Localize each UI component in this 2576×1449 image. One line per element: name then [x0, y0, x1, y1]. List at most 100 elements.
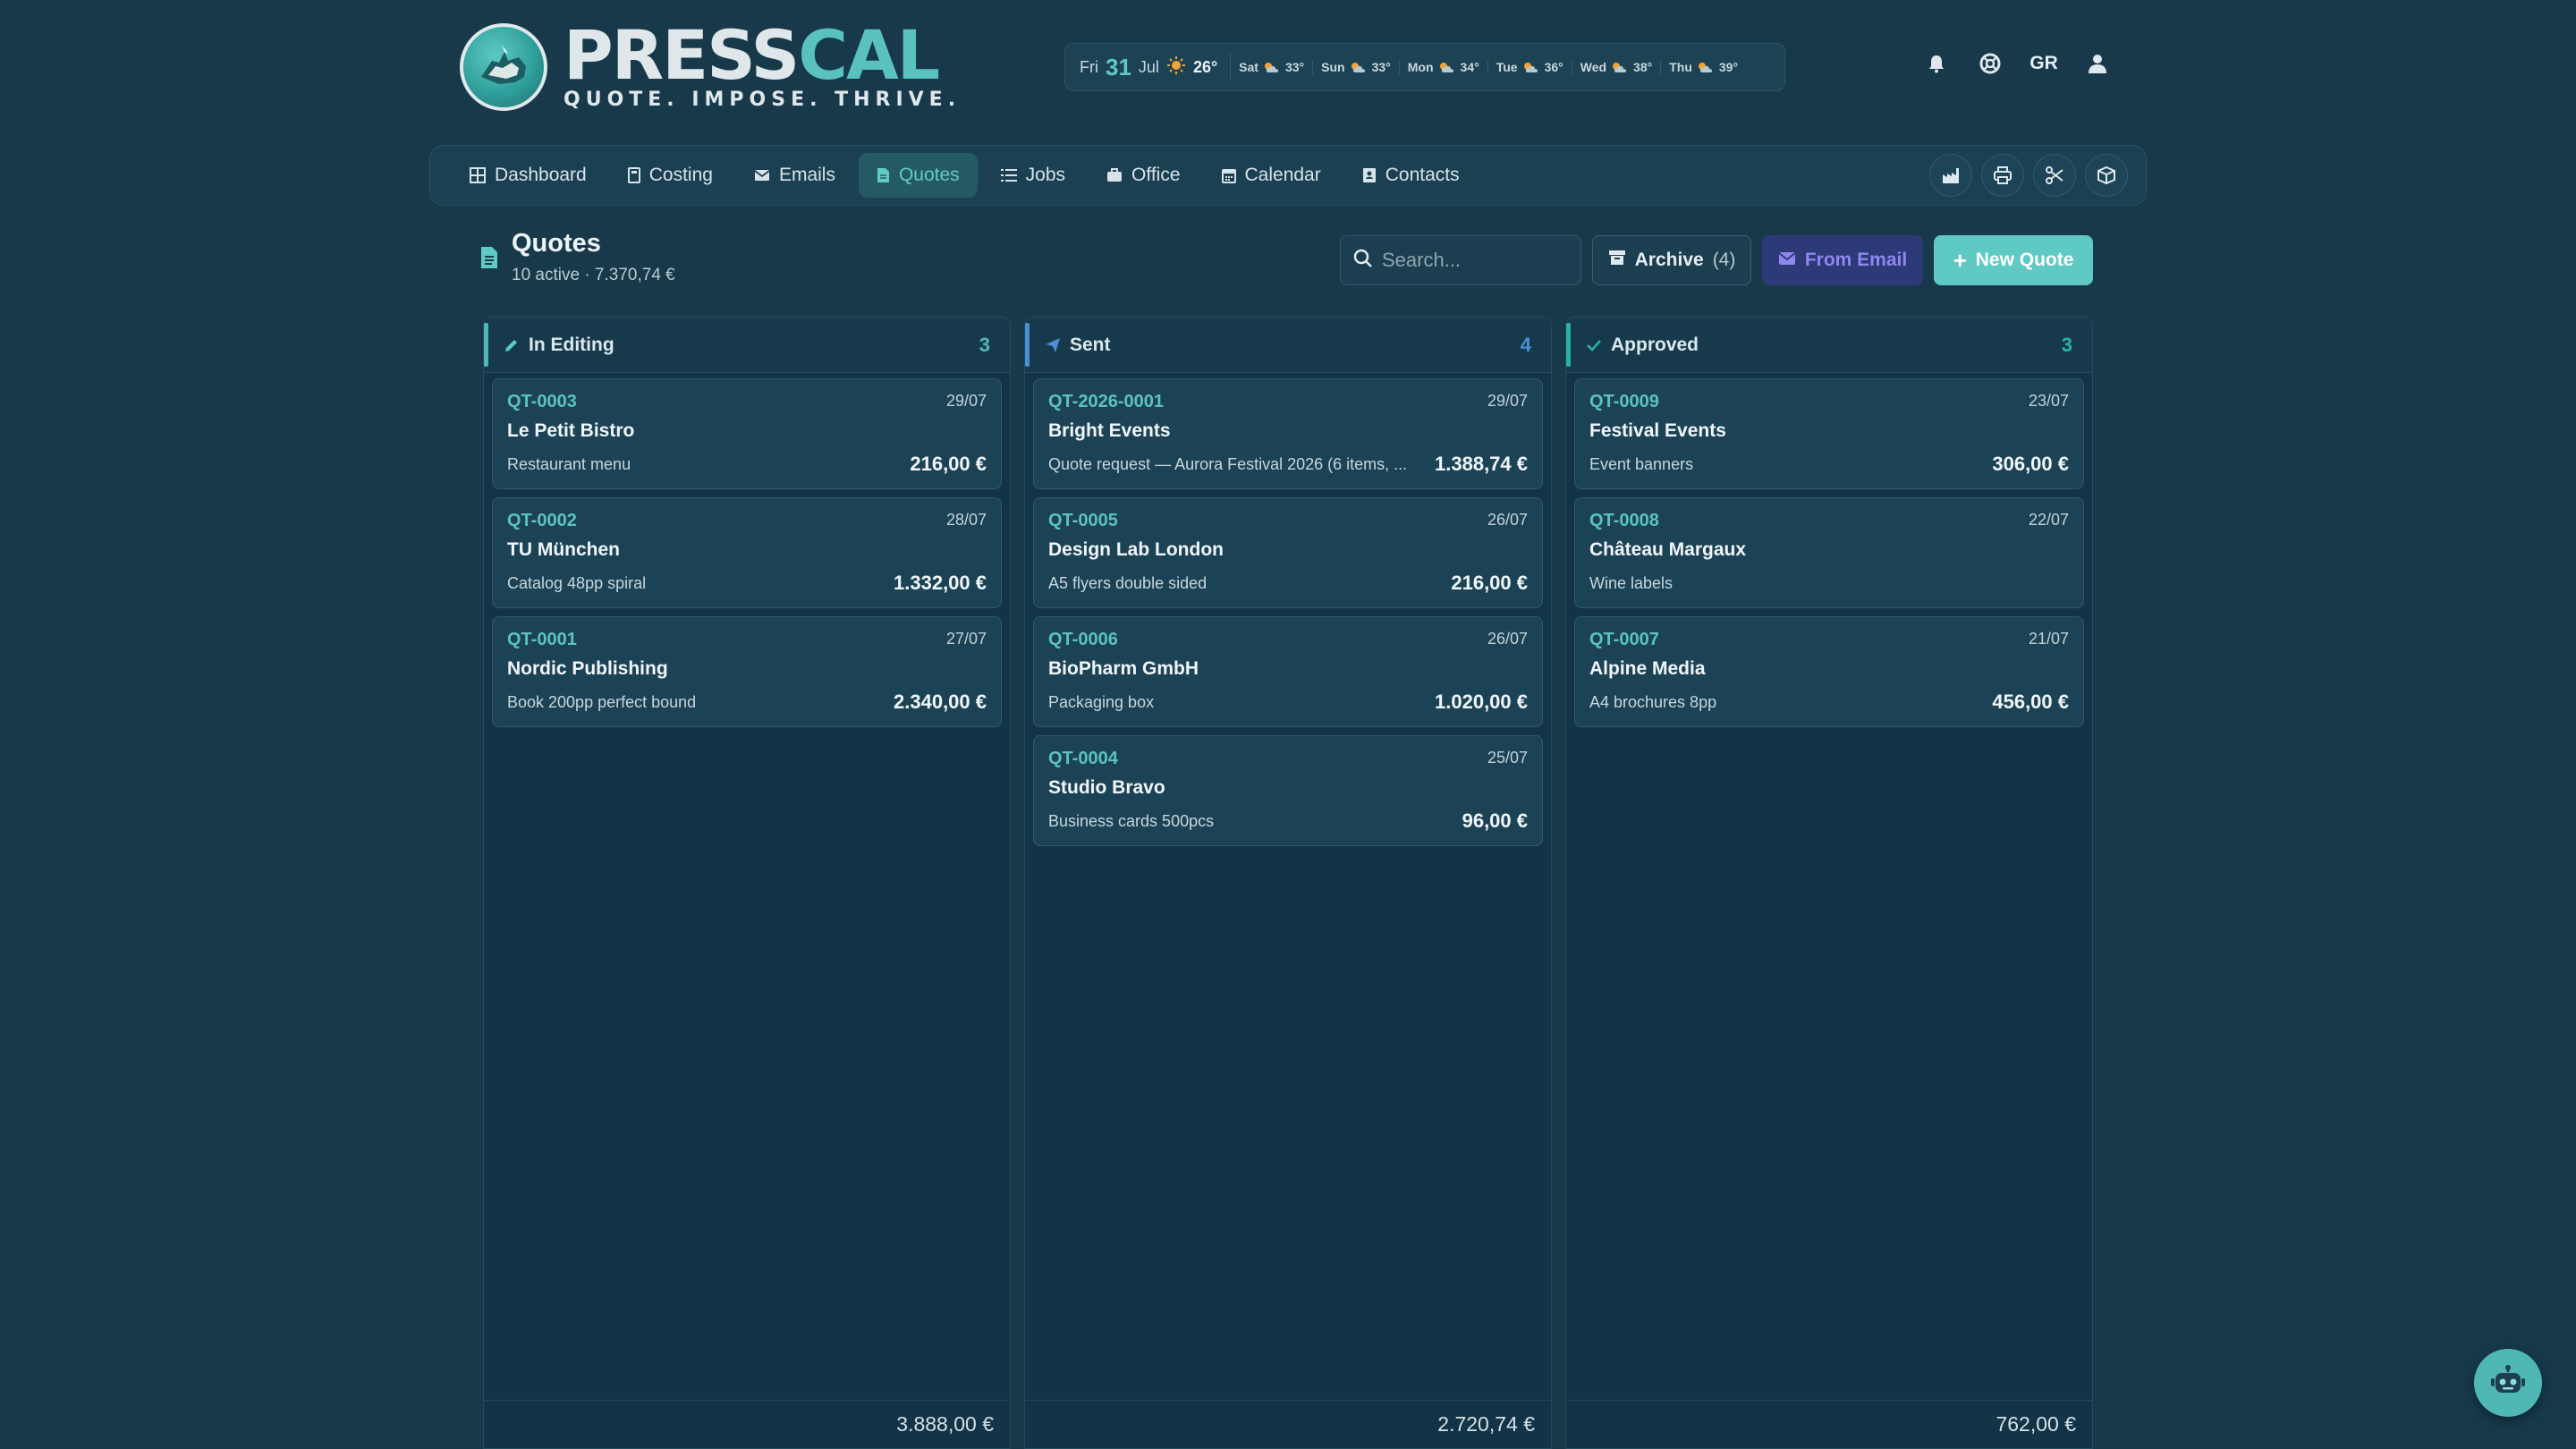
- document-icon: [479, 245, 499, 275]
- cloud-sun-icon: [1350, 61, 1368, 73]
- quote-id[interactable]: QT-0009: [1589, 392, 2069, 412]
- column-accent-bar: [1025, 323, 1030, 367]
- check-icon: [1586, 337, 1602, 353]
- tab-calendar[interactable]: Calendar: [1204, 153, 1339, 198]
- search-box[interactable]: [1340, 235, 1581, 285]
- column-title: Approved: [1611, 334, 1699, 355]
- board-column-approved: Approved 3 QT-0009 23/07 Festival Events Even…: [1565, 317, 2093, 1449]
- quote-amount: 216,00 €: [910, 453, 987, 475]
- quote-id[interactable]: QT-0005: [1048, 511, 1528, 531]
- tab-jobs[interactable]: Jobs: [983, 153, 1083, 198]
- tab-label: Quotes: [898, 165, 960, 185]
- quote-id[interactable]: QT-0002: [507, 511, 987, 531]
- cloud-sun-icon: [1263, 61, 1281, 73]
- column-title: In Editing: [529, 334, 614, 355]
- tab-office[interactable]: Office: [1089, 153, 1198, 198]
- printer-icon[interactable]: [1981, 154, 2024, 197]
- quote-card[interactable]: QT-0002 28/07 TU München Catalog 48pp spira…: [492, 497, 1002, 608]
- column-count: 3: [2061, 333, 2072, 356]
- quote-date: 26/07: [1487, 511, 1528, 529]
- presscal-logo[interactable]: PRESSCAL QUOTE. IMPOSE. THRIVE.: [460, 21, 961, 111]
- box-icon[interactable]: [2085, 154, 2128, 197]
- weather-widget[interactable]: Fri 31 Jul 26° Sat 33° Sun 33° Mon 34° Tue 36° W…: [1064, 43, 1785, 91]
- app-header: PRESSCAL QUOTE. IMPOSE. THRIVE. Fri 31 J…: [0, 0, 2576, 143]
- tab-quotes[interactable]: Quotes: [858, 153, 978, 198]
- quote-client: Le Petit Bistro: [507, 420, 635, 441]
- bell-icon[interactable]: [1923, 50, 1950, 77]
- search-icon: [1353, 249, 1373, 273]
- quote-card[interactable]: QT-0001 27/07 Nordic Publishing Book 200pp …: [492, 616, 1002, 727]
- forecast-day-temp: 34°: [1460, 60, 1479, 74]
- forecast-day-temp: 33°: [1371, 60, 1391, 74]
- column-header: Approved 3: [1566, 318, 2092, 373]
- quote-date: 27/07: [945, 630, 987, 648]
- new-quote-label: New Quote: [1975, 250, 2074, 270]
- quote-id[interactable]: QT-0007: [1589, 630, 2069, 650]
- weather-today-month: Jul: [1138, 57, 1159, 76]
- tab-contacts[interactable]: Contacts: [1344, 153, 1478, 198]
- quote-id[interactable]: QT-0001: [507, 630, 987, 650]
- column-title: Sent: [1070, 334, 1111, 355]
- quote-card[interactable]: QT-0003 29/07 Le Petit Bistro Restaurant me…: [492, 378, 1002, 489]
- forecast-day-temp: 33°: [1284, 60, 1305, 74]
- quote-card[interactable]: QT-2026-0001 29/07 Bright Events Quote requ…: [1033, 378, 1543, 489]
- column-cards: QT-0003 29/07 Le Petit Bistro Restaurant me…: [484, 373, 1010, 733]
- quote-amount: 306,00 €: [1992, 453, 2069, 475]
- scissors-icon[interactable]: [2033, 154, 2076, 197]
- forecast-day-label: Tue: [1496, 60, 1518, 74]
- forecast-day: Mon 34°: [1400, 60, 1488, 74]
- forecast-day: Sat 33°: [1231, 60, 1314, 74]
- quote-card[interactable]: QT-0005 26/07 Design Lab London A5 flyers d…: [1033, 497, 1543, 608]
- quote-id[interactable]: QT-0006: [1048, 630, 1528, 650]
- quote-date: 21/07: [2028, 630, 2069, 648]
- from-email-button[interactable]: From Email: [1762, 235, 1923, 285]
- quote-card[interactable]: QT-0004 25/07 Studio Bravo Business cards 5…: [1033, 735, 1543, 846]
- quote-description: A5 flyers double sided: [1048, 574, 1208, 592]
- robot-icon: [2490, 1364, 2526, 1402]
- factory-icon[interactable]: [1929, 154, 1972, 197]
- quote-card[interactable]: QT-0007 21/07 Alpine Media A4 brochures 8pp…: [1574, 616, 2084, 727]
- quote-date: 28/07: [945, 511, 987, 529]
- plus-icon: +: [1953, 247, 1967, 274]
- forecast-day-temp: 36°: [1544, 60, 1563, 74]
- quote-id[interactable]: QT-2026-0001: [1048, 392, 1528, 412]
- from-email-label: From Email: [1804, 250, 1908, 270]
- assistant-robot-button[interactable]: [2474, 1349, 2542, 1417]
- quote-card[interactable]: QT-0008 22/07 Château Margaux Wine labels: [1574, 497, 2084, 608]
- quote-client: Nordic Publishing: [507, 658, 668, 679]
- forecast-day: Tue 36°: [1488, 60, 1572, 74]
- quote-card[interactable]: QT-0006 26/07 BioPharm GmbH Packaging box 1.…: [1033, 616, 1543, 727]
- tab-label: Jobs: [1025, 165, 1066, 185]
- tab-dashboard[interactable]: Dashboard: [452, 153, 605, 198]
- quote-client: BioPharm GmbH: [1048, 658, 1199, 679]
- tab-label: Contacts: [1385, 165, 1460, 185]
- quote-id[interactable]: QT-0003: [507, 392, 987, 412]
- archive-box-icon: [1608, 249, 1626, 272]
- new-quote-button[interactable]: + New Quote: [1934, 235, 2093, 285]
- user-icon[interactable]: [2084, 50, 2111, 77]
- weather-forecast: Sat 33° Sun 33° Mon 34° Tue 36° Wed 38° Thu 39°: [1231, 60, 1746, 74]
- tab-emails[interactable]: Emails: [736, 153, 853, 198]
- quote-id[interactable]: QT-0008: [1589, 511, 2069, 531]
- quote-id[interactable]: QT-0004: [1048, 749, 1528, 769]
- nav-tools: [1929, 154, 2128, 197]
- quote-amount: 2.340,00 €: [894, 691, 987, 713]
- help-lifebuoy-icon[interactable]: [1977, 50, 2004, 77]
- tab-costing[interactable]: Costing: [610, 153, 731, 198]
- document-icon: [877, 167, 890, 183]
- quote-description: Business cards 500pcs: [1048, 812, 1215, 830]
- language-switch[interactable]: GR: [2029, 50, 2058, 77]
- weather-today: Fri 31 Jul 26°: [1080, 53, 1232, 81]
- tab-label: Emails: [778, 165, 835, 185]
- calendar-icon: [1221, 167, 1236, 183]
- forecast-day: Sun 33°: [1313, 60, 1400, 74]
- archive-button[interactable]: Archive (4): [1592, 235, 1751, 285]
- nav-tabs: Dashboard Costing Emails Quotes Jobs Office Ca…: [452, 153, 1483, 198]
- forecast-day-label: Mon: [1407, 60, 1434, 74]
- quote-description: A4 brochures 8pp: [1589, 693, 1717, 711]
- search-input[interactable]: [1382, 249, 1561, 272]
- forecast-day-label: Sun: [1321, 60, 1345, 74]
- quote-card[interactable]: QT-0009 23/07 Festival Events Event banners…: [1574, 378, 2084, 489]
- quote-client: Alpine Media: [1589, 658, 1706, 679]
- page-subtitle: 10 active · 7.370,74 €: [512, 266, 675, 284]
